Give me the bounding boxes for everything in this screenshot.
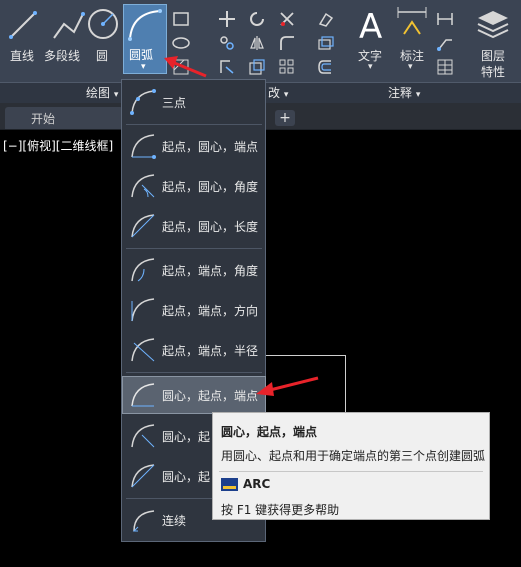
- polyline-icon: [53, 12, 85, 39]
- linear-dim-icon[interactable]: [436, 10, 454, 28]
- leader-icon[interactable]: [436, 34, 454, 52]
- arc-three-point-icon: [130, 89, 156, 115]
- rectangle-icon[interactable]: [172, 10, 190, 28]
- command-tooltip: 圆心，起点，端点 用圆心、起点和用于确定端点的第三个点创建圆弧 ARC 按 F1…: [212, 412, 490, 520]
- scale-icon[interactable]: [248, 58, 266, 76]
- arc-start-end-radius-icon: [131, 338, 155, 362]
- line-label: 直线: [10, 49, 35, 63]
- red-arrow-annotation: [164, 56, 207, 78]
- menu-item-three-point[interactable]: 三点: [123, 84, 265, 120]
- menu-item-label: 起点，端点，方向: [162, 304, 259, 318]
- stretch-icon[interactable]: [218, 58, 236, 76]
- viewport-controls-label[interactable]: [−][俯视][二维线框]: [3, 137, 113, 154]
- menu-item-label: 圆心，起: [162, 470, 211, 484]
- svg-text:A: A: [359, 7, 382, 44]
- tooltip-separator: [219, 471, 483, 472]
- menu-separator: [126, 124, 262, 125]
- layer-label-1: 图层: [481, 49, 506, 63]
- menu-item-label: 圆心，起: [162, 430, 211, 444]
- text-a-icon: A: [359, 7, 382, 44]
- modify-panel-chevron-icon: ▾: [283, 90, 289, 100]
- copy-icon[interactable]: [218, 34, 236, 52]
- circle-label: 圆: [96, 49, 109, 63]
- text-chevron-icon: ▾: [368, 62, 373, 72]
- arc-center-start-end-icon: [131, 383, 155, 407]
- dimension-chevron-icon: ▾: [408, 62, 413, 72]
- menu-item-label: 起点，圆心，长度: [162, 220, 259, 234]
- menu-item-start-center-end[interactable]: 起点，圆心，端点: [123, 128, 265, 164]
- fillet-icon[interactable]: [278, 34, 296, 52]
- explode-icon[interactable]: [316, 34, 334, 52]
- modify-panel-title[interactable]: 改 ▾: [268, 84, 288, 101]
- new-tab-button[interactable]: +: [275, 110, 295, 126]
- command-line-icon: [221, 478, 238, 491]
- circle-tool[interactable]: [86, 4, 120, 44]
- line-icon: [9, 11, 37, 39]
- annotation-panel-chevron-icon: ▾: [415, 90, 421, 100]
- menu-item-start-center-angle[interactable]: 起点，圆心，角度: [123, 168, 265, 204]
- red-arrow-annotation: [256, 376, 319, 396]
- table-icon[interactable]: [436, 58, 454, 76]
- menu-item-label: 起点，圆心，角度: [162, 180, 259, 194]
- dimension-icon: [397, 7, 427, 35]
- arc-label: 圆弧: [129, 48, 154, 62]
- draw-panel-chevron-icon: ▾: [113, 90, 119, 100]
- offset-icon[interactable]: [316, 58, 334, 76]
- menu-item-label: 圆心，起点，端点: [162, 389, 259, 403]
- menu-item-start-end-angle[interactable]: 起点，端点，角度: [123, 252, 265, 288]
- circle-icon: [88, 9, 118, 39]
- draw-panel-title[interactable]: 绘图 ▾: [86, 84, 118, 101]
- arc-start-end-angle-icon: [131, 258, 155, 282]
- menu-item-center-start-end[interactable]: 圆心，起点，端点: [122, 376, 266, 414]
- rotate-icon[interactable]: [248, 10, 266, 28]
- layers-icon: [477, 11, 509, 39]
- menu-item-start-end-radius[interactable]: 起点，端点，半径: [123, 332, 265, 368]
- menu-separator: [126, 372, 262, 373]
- move-icon[interactable]: [218, 10, 236, 28]
- arc-continue-icon: [132, 510, 155, 532]
- arc-start-center-end-icon: [131, 134, 156, 159]
- arc-icon: [128, 9, 162, 41]
- menu-separator: [126, 248, 262, 249]
- chevron-down-icon: ▾: [141, 62, 146, 72]
- arc-start-center-length-icon: [131, 214, 155, 238]
- menu-item-label: 起点，端点，角度: [162, 264, 259, 278]
- tooltip-description: 用圆心、起点和用于确定端点的第三个点创建圆弧: [221, 449, 486, 463]
- trim-icon[interactable]: [278, 10, 296, 28]
- menu-item-start-center-length[interactable]: 起点，圆心，长度: [123, 208, 265, 244]
- erase-icon[interactable]: [316, 10, 334, 28]
- tooltip-help: 按 F1 键获得更多帮助: [221, 503, 340, 517]
- arc-start-end-direction-icon: [131, 298, 155, 322]
- menu-item-label: 起点，端点，半径: [162, 344, 259, 358]
- modify-panel-label: 改: [268, 86, 281, 100]
- line-tool[interactable]: [6, 4, 40, 44]
- arc-start-center-angle-icon: [131, 174, 155, 198]
- tooltip-command: ARC: [243, 477, 271, 491]
- tab-start[interactable]: 开始: [5, 107, 123, 129]
- annotation-panel-title[interactable]: 注释 ▾: [388, 84, 420, 101]
- layer-label-2: 特性: [481, 65, 506, 79]
- tooltip-title: 圆心，起点，端点: [221, 425, 318, 439]
- array-icon[interactable]: [278, 58, 296, 76]
- arc-center-start-angle-icon: [131, 424, 155, 448]
- mirror-icon[interactable]: [248, 34, 266, 52]
- text-tool[interactable]: A: [352, 4, 392, 44]
- polyline-tool[interactable]: [50, 4, 86, 44]
- layer-properties-tool[interactable]: [474, 4, 512, 44]
- polyline-label: 多段线: [44, 49, 81, 63]
- dimension-tool[interactable]: [394, 4, 430, 44]
- menu-item-label: 三点: [162, 96, 187, 110]
- menu-item-start-end-direction[interactable]: 起点，端点，方向: [123, 292, 265, 328]
- menu-item-label: 起点，圆心，端点: [162, 140, 259, 154]
- arc-center-start-length-icon: [131, 464, 155, 488]
- menu-item-label: 连续: [162, 514, 187, 528]
- draw-panel-label: 绘图: [86, 86, 111, 100]
- annotation-panel-label: 注释: [388, 86, 413, 100]
